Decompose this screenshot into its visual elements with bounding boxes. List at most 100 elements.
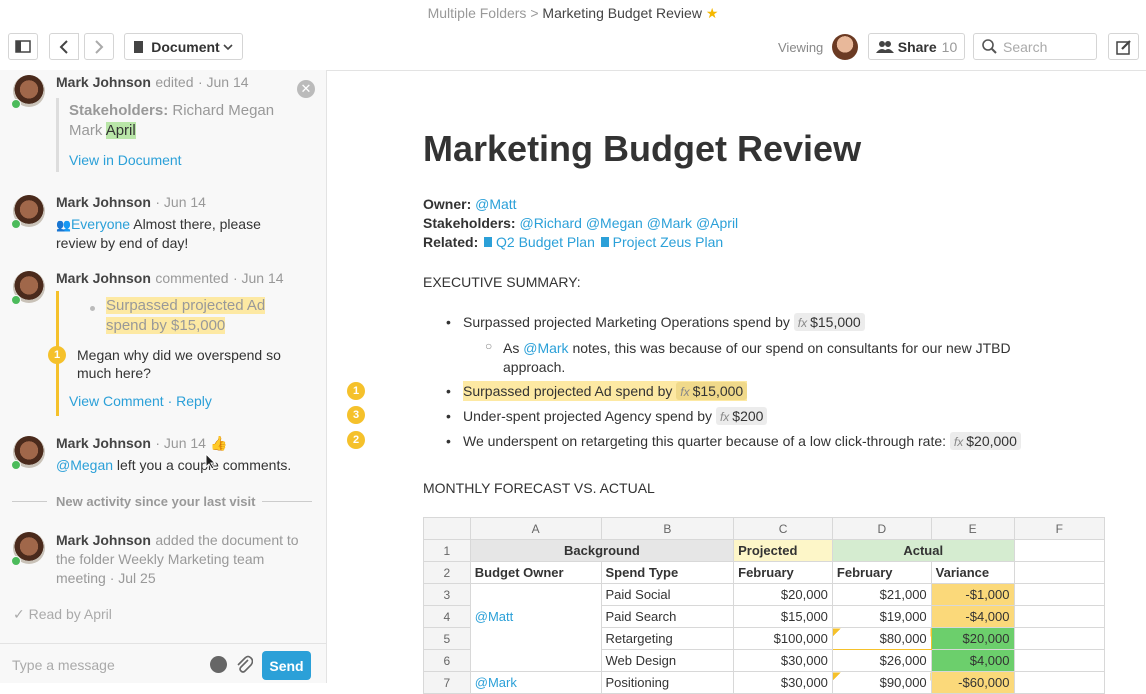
back-button[interactable] bbox=[49, 33, 79, 60]
bullet-item[interactable]: Under-spent projected Agency spend by fx… bbox=[463, 407, 768, 425]
row-number[interactable]: 4 bbox=[423, 605, 471, 628]
mention-mark[interactable]: @Mark bbox=[523, 340, 568, 356]
stakeholder-mentions[interactable]: @Richard @Megan @Mark @April bbox=[519, 215, 738, 231]
cell[interactable] bbox=[469, 627, 602, 650]
cell[interactable] bbox=[1013, 539, 1105, 562]
viewer-avatar[interactable] bbox=[832, 34, 858, 60]
cell[interactable]: $19,000 bbox=[831, 605, 932, 628]
cell[interactable]: Paid Social bbox=[600, 583, 735, 606]
cell-variance[interactable]: -$1,000 bbox=[930, 583, 1015, 606]
emoji-icon[interactable] bbox=[210, 656, 227, 673]
cell[interactable] bbox=[1013, 627, 1105, 650]
close-icon[interactable]: ✕ bbox=[297, 80, 315, 98]
toggle-sidebar-button[interactable] bbox=[8, 33, 38, 60]
cell[interactable]: February bbox=[733, 561, 833, 584]
cell[interactable] bbox=[1013, 649, 1105, 672]
search-box[interactable]: Search bbox=[973, 33, 1097, 60]
row-number[interactable]: 6 bbox=[423, 649, 471, 672]
column-header[interactable]: B bbox=[600, 517, 735, 540]
author-name[interactable]: Mark Johnson bbox=[56, 532, 151, 548]
formula-chip[interactable]: fx $15,000 bbox=[676, 382, 748, 400]
executive-summary-heading: EXECUTIVE SUMMARY: bbox=[423, 274, 581, 290]
cell[interactable]: $26,000 bbox=[831, 649, 932, 672]
star-icon[interactable]: ★ bbox=[706, 5, 719, 21]
mention-megan[interactable]: @Megan bbox=[56, 457, 113, 473]
row-number[interactable]: 3 bbox=[423, 583, 471, 606]
bullet-item[interactable]: Surpassed projected Marketing Operations… bbox=[463, 313, 865, 331]
cell[interactable]: Variance bbox=[930, 561, 1015, 584]
sub-bullet-text: notes, this was because of our spend on … bbox=[503, 340, 1011, 375]
column-header[interactable]: D bbox=[831, 517, 932, 540]
mention-everyone[interactable]: Everyone bbox=[71, 216, 130, 232]
cell[interactable]: $20,000 bbox=[733, 583, 833, 606]
author-name[interactable]: Mark Johnson bbox=[56, 270, 151, 286]
row-number[interactable]: 1 bbox=[423, 539, 471, 562]
owner-mention[interactable]: @Matt bbox=[475, 196, 516, 212]
formula-chip[interactable]: fx $15,000 bbox=[793, 313, 865, 331]
sub-bullet-item[interactable]: As @Mark notes, this was because of our … bbox=[503, 339, 1063, 377]
forward-button[interactable] bbox=[84, 33, 114, 60]
cell-mention[interactable]: @Matt bbox=[469, 605, 602, 628]
chevron-down-icon bbox=[223, 43, 233, 50]
document-menu-button[interactable]: Document bbox=[124, 33, 243, 60]
column-header[interactable]: A bbox=[469, 517, 602, 540]
author-name[interactable]: Mark Johnson bbox=[56, 74, 151, 90]
thumbs-up-icon[interactable]: 👍 bbox=[210, 435, 227, 451]
cell-projected-header[interactable]: Projected bbox=[733, 539, 833, 562]
share-button[interactable]: Share 10 bbox=[868, 33, 965, 60]
reply-link[interactable]: Reply bbox=[176, 393, 212, 409]
formula-value: $15,000 bbox=[692, 383, 744, 399]
cell-commented[interactable]: $80,000 bbox=[831, 627, 932, 650]
cell[interactable]: February bbox=[831, 561, 932, 584]
view-in-document-link[interactable]: View in Document bbox=[69, 152, 182, 168]
cell[interactable]: Web Design bbox=[600, 649, 735, 672]
author-name[interactable]: Mark Johnson bbox=[56, 435, 151, 451]
cell[interactable]: $21,000 bbox=[831, 583, 932, 606]
comment-text: Megan why did we overspend so much here? bbox=[77, 347, 281, 381]
cell[interactable] bbox=[1013, 561, 1105, 584]
cell[interactable]: $15,000 bbox=[733, 605, 833, 628]
bullet-item[interactable]: We underspent on retargeting this quarte… bbox=[463, 432, 1021, 450]
row-number[interactable]: 5 bbox=[423, 627, 471, 650]
compose-button[interactable] bbox=[1108, 33, 1139, 60]
online-indicator bbox=[11, 556, 21, 566]
related-doc-link[interactable]: Project Zeus Plan bbox=[613, 234, 724, 250]
cell[interactable] bbox=[469, 583, 602, 606]
comment-badge[interactable]: 2 bbox=[347, 431, 365, 449]
view-comment-link[interactable]: View Comment bbox=[69, 393, 164, 409]
comment-badge[interactable]: 3 bbox=[347, 406, 365, 424]
row-number[interactable]: 2 bbox=[423, 561, 471, 584]
cell[interactable]: Paid Search bbox=[600, 605, 735, 628]
comment-badge[interactable]: 1 bbox=[347, 382, 365, 400]
cell[interactable]: Budget Owner bbox=[469, 561, 602, 584]
cell[interactable]: Retargeting bbox=[600, 627, 735, 650]
related-doc-link[interactable]: Q2 Budget Plan bbox=[496, 234, 595, 250]
column-header[interactable]: E bbox=[930, 517, 1015, 540]
cell-variance[interactable]: $20,000 bbox=[930, 627, 1015, 650]
cell-variance[interactable]: $4,000 bbox=[930, 649, 1015, 672]
bullet-item-highlighted[interactable]: Surpassed projected Ad spend by fx $15,00… bbox=[463, 381, 748, 401]
column-header[interactable]: C bbox=[733, 517, 833, 540]
table-row: 3 Paid Social $20,000 $21,000 -$1,000 bbox=[423, 583, 1105, 606]
corner-cell[interactable] bbox=[423, 517, 471, 540]
column-header[interactable]: F bbox=[1013, 517, 1105, 540]
document-title[interactable]: Marketing Budget Review bbox=[423, 128, 861, 170]
send-button[interactable]: Send bbox=[262, 651, 311, 680]
cell-variance[interactable]: -$4,000 bbox=[930, 605, 1015, 628]
online-indicator bbox=[11, 295, 21, 305]
comment-badge[interactable]: 1 bbox=[48, 346, 66, 364]
message-input[interactable]: Type a message bbox=[12, 657, 115, 673]
cell[interactable] bbox=[1013, 605, 1105, 628]
formula-chip[interactable]: fx $20,000 bbox=[949, 432, 1021, 450]
cell[interactable] bbox=[1013, 583, 1105, 606]
cell[interactable]: Spend Type bbox=[600, 561, 735, 584]
author-name[interactable]: Mark Johnson bbox=[56, 194, 151, 210]
cell-background-header[interactable]: Background bbox=[469, 539, 735, 562]
breadcrumb-parent[interactable]: Multiple Folders bbox=[428, 5, 527, 21]
cell-actual-header[interactable]: Actual bbox=[831, 539, 1015, 562]
attachment-icon[interactable] bbox=[235, 655, 253, 675]
cell[interactable]: $30,000 bbox=[733, 649, 833, 672]
cell[interactable]: $100,000 bbox=[733, 627, 833, 650]
cell[interactable] bbox=[469, 649, 602, 672]
formula-chip[interactable]: fx $200 bbox=[715, 407, 768, 425]
